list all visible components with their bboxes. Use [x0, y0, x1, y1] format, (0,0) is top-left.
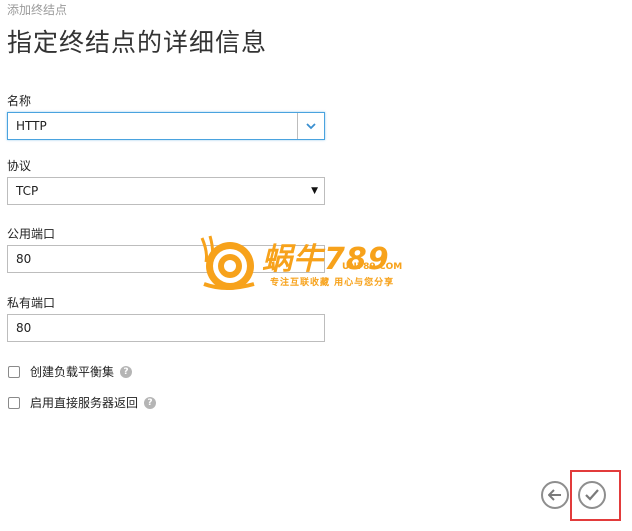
name-dropdown-button[interactable] — [297, 113, 324, 139]
protocol-value: TCP — [16, 184, 39, 198]
watermark-domain: UN789.COM — [342, 262, 403, 272]
load-balance-checkbox[interactable] — [8, 365, 20, 378]
watermark-slogan: 专注互联收藏 用心与您分享 — [270, 278, 395, 288]
public-port-input[interactable]: 80 — [7, 245, 325, 273]
page-title: 指定终结点的详细信息 — [7, 28, 268, 57]
public-port-label: 公用端口 — [7, 227, 56, 241]
protocol-label: 协议 — [7, 159, 32, 173]
arrow-left-icon — [548, 489, 561, 501]
load-balance-row[interactable]: 创建负载平衡集 ? — [8, 363, 133, 380]
private-port-value: 80 — [16, 321, 32, 335]
help-icon[interactable]: ? — [144, 396, 157, 409]
direct-return-row[interactable]: 启用直接服务器返回 ? — [8, 394, 157, 411]
help-icon[interactable]: ? — [120, 365, 133, 378]
back-button[interactable] — [541, 481, 569, 509]
private-port-label: 私有端口 — [7, 296, 56, 310]
direct-return-label: 启用直接服务器返回 — [30, 396, 139, 410]
chevron-down-icon — [306, 122, 316, 129]
private-port-input[interactable]: 80 — [7, 314, 325, 342]
public-port-value: 80 — [16, 252, 32, 266]
direct-return-checkbox[interactable] — [8, 396, 20, 409]
name-combobox[interactable]: HTTP — [7, 112, 325, 140]
name-value: HTTP — [16, 119, 47, 133]
highlight-box — [570, 470, 621, 521]
load-balance-label: 创建负载平衡集 — [30, 365, 115, 379]
dropdown-arrow-icon: ▼ — [311, 186, 318, 196]
wizard-subtitle: 添加终结点 — [7, 3, 68, 17]
name-label: 名称 — [7, 94, 32, 108]
protocol-select[interactable]: TCP ▼ — [7, 177, 325, 205]
